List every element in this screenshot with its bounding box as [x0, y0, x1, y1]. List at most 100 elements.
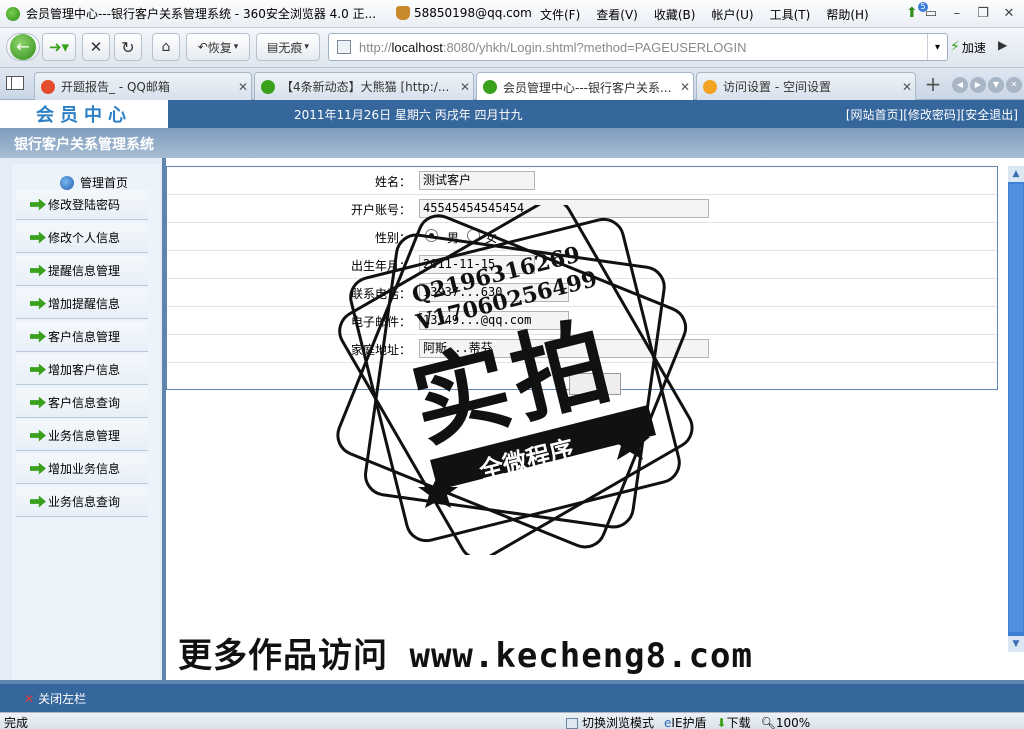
phone-label: 联系电话： [350, 287, 411, 301]
scroll-up-icon[interactable]: ▲ [1008, 166, 1024, 182]
globe-icon [60, 175, 74, 190]
site-logo: 会员中心 [36, 105, 132, 126]
green-arrow-icon [30, 396, 46, 409]
link-change-password[interactable]: [修改密码] [903, 106, 960, 123]
private-mode-button[interactable]: ▤ 无痕 ▾ [256, 33, 320, 61]
ie-icon [483, 80, 497, 94]
download-label: 下载 [726, 716, 751, 729]
sidebar-item-label: 修改个人信息 [48, 231, 121, 245]
menu-account[interactable]: 帐户(U) [711, 6, 753, 23]
sidebar-home-label: 管理首页 [80, 176, 129, 190]
menu-favorites[interactable]: 收藏(B) [654, 6, 696, 23]
back-arrow-icon: ← [10, 34, 36, 60]
account-menu[interactable]: 58850198@qq.com [396, 6, 532, 20]
status-tools: 切换浏览模式 eIE护盾 ⬇下载 🔍︎100% [566, 714, 810, 729]
header-date: 2011年11月26日 星期六 丙戌年 四月廿九 [294, 108, 523, 122]
sidebar-item-add-business[interactable]: 增加业务信息 [16, 454, 148, 484]
menu-help[interactable]: 帮助(H) [826, 6, 868, 23]
sidebar-item-edit-profile[interactable]: 修改个人信息 [16, 223, 148, 253]
green-arrow-icon [30, 495, 46, 508]
menu-tools[interactable]: 工具(T) [770, 6, 811, 23]
sidebar-item-customer-query[interactable]: 客户信息查询 [16, 388, 148, 418]
close-tabs-icon[interactable]: ✕ [1006, 77, 1022, 93]
green-arrow-icon [30, 330, 46, 343]
restore-button[interactable]: ↶ 恢复 ▾ [186, 33, 250, 61]
page-footer: ✕ 关闭左栏 [0, 680, 1024, 712]
ie-shield-button[interactable]: eIE护盾 [664, 714, 707, 729]
form-row-name: 姓名： 测试客户 [167, 167, 997, 195]
minimize-icon[interactable]: – [946, 3, 968, 23]
link-logout[interactable]: [安全退出] [961, 106, 1018, 123]
forward-arrow-icon: ➜▾ [48, 38, 70, 56]
toolbar-more-icon[interactable]: ▶ [998, 38, 1007, 52]
status-bar: 完成 切换浏览模式 eIE护盾 ⬇下载 🔍︎100% [0, 712, 1024, 729]
sidebar-item-customer-management[interactable]: 客户信息管理 [16, 322, 148, 352]
maximize-icon[interactable]: ❐ [972, 3, 994, 23]
home-button[interactable]: ⌂ [152, 33, 180, 61]
link-site-home[interactable]: [网站首页] [846, 106, 903, 123]
sidebar-item-reminder-management[interactable]: 提醒信息管理 [16, 256, 148, 286]
zoom-control[interactable]: 🔍︎100% [761, 716, 811, 729]
sidebar-item-add-reminder[interactable]: 增加提醒信息 [16, 289, 148, 319]
gender-female-radio[interactable] [467, 229, 480, 242]
close-icon[interactable]: ✕ [677, 80, 693, 94]
tab-scroll-left-icon[interactable]: ◀ [952, 77, 968, 93]
stop-icon: ✕ [89, 38, 103, 56]
download-icon: ⬇ [716, 716, 727, 729]
tab-panda[interactable]: 【4条新动态】大熊猫 [http:/... ✕ [254, 72, 474, 100]
address-bar[interactable]: http://localhost:8080/yhkh/Login.shtml?m… [328, 33, 948, 61]
speed-button[interactable]: ⚡ 加速 [950, 33, 996, 61]
green-arrow-icon [30, 231, 46, 244]
skin-icon[interactable]: ▭ [920, 3, 942, 23]
tab-member-center[interactable]: 会员管理中心---银行客户关系... ✕ [476, 72, 694, 101]
gender-male-label: 男 [447, 231, 460, 245]
tab-title: 会员管理中心---银行客户关系... [503, 80, 672, 95]
refresh-button[interactable]: ↻ [114, 33, 142, 61]
watermark-bottom: 更多作品访问 www.kecheng8.com [178, 636, 753, 676]
browser-logo-icon [6, 6, 20, 21]
tab-scroll-right-icon[interactable]: ▶ [970, 77, 986, 93]
home-icon: ⌂ [161, 39, 171, 55]
new-tab-button[interactable]: + [920, 72, 946, 98]
sidebar-item-label: 客户信息查询 [48, 396, 121, 410]
close-icon[interactable]: ✕ [235, 80, 251, 94]
sidebar-item-change-login-password[interactable]: 修改登陆密码 [16, 190, 148, 220]
tab-qq-mail[interactable]: 开题报告_ - QQ邮箱 ✕ [34, 72, 252, 100]
green-arrow-icon [30, 462, 46, 475]
chevron-down-icon: ▾ [233, 42, 239, 52]
tab-bar: 开题报告_ - QQ邮箱 ✕ 【4条新动态】大熊猫 [http:/... ✕ 会… [0, 68, 1024, 101]
switch-mode-button[interactable]: 切换浏览模式 [566, 714, 654, 729]
download-button[interactable]: ⬇下载 [717, 714, 751, 729]
account-field[interactable]: 45545454545454 [419, 199, 709, 218]
gender-male-radio[interactable] [425, 229, 438, 242]
close-icon[interactable]: ✕ [998, 3, 1020, 23]
menu-file[interactable]: 文件(F) [540, 6, 580, 23]
sidebar-item-business-query[interactable]: 业务信息查询 [16, 487, 148, 517]
back-button[interactable]: ← [6, 33, 40, 61]
close-icon[interactable]: ✕ [457, 80, 473, 94]
green-arrow-icon [30, 264, 46, 277]
name-field[interactable]: 测试客户 [419, 171, 535, 190]
qq-mail-icon [41, 79, 55, 94]
tab-list-icon[interactable]: ▼ [988, 77, 1004, 93]
birth-label: 出生年月： [350, 259, 411, 273]
content-scrollbar[interactable]: ▲ ▼ [1008, 166, 1024, 652]
sidebar-item-label: 提醒信息管理 [48, 264, 121, 278]
lightning-icon: ⚡ [950, 39, 960, 55]
page-header: 会员中心 2011年11月26日 星期六 丙戌年 四月廿九 [网站首页] [修改… [0, 100, 1024, 128]
sidebar-item-add-customer[interactable]: 增加客户信息 [16, 355, 148, 385]
close-sidebar-link[interactable]: ✕ 关闭左栏 [24, 690, 86, 707]
sidebar-item-business-management[interactable]: 业务信息管理 [16, 421, 148, 451]
forward-button[interactable]: ➜▾ [42, 33, 76, 61]
sidebar-home[interactable]: 管理首页 [60, 174, 128, 191]
chevron-down-icon: ▾ [304, 42, 309, 52]
scroll-thumb[interactable] [1009, 184, 1023, 632]
address-dropdown-icon[interactable]: ▾ [927, 34, 947, 60]
menu-view[interactable]: 查看(V) [596, 6, 638, 23]
sidebar-toggle-icon[interactable] [6, 76, 24, 90]
gender-female-label: 女 [485, 231, 498, 245]
close-icon[interactable]: ✕ [899, 80, 915, 94]
tab-access-settings[interactable]: 访问设置 - 空间设置 ✕ [696, 72, 916, 100]
scroll-down-icon[interactable]: ▼ [1008, 636, 1024, 652]
stop-button[interactable]: ✕ [82, 33, 110, 61]
